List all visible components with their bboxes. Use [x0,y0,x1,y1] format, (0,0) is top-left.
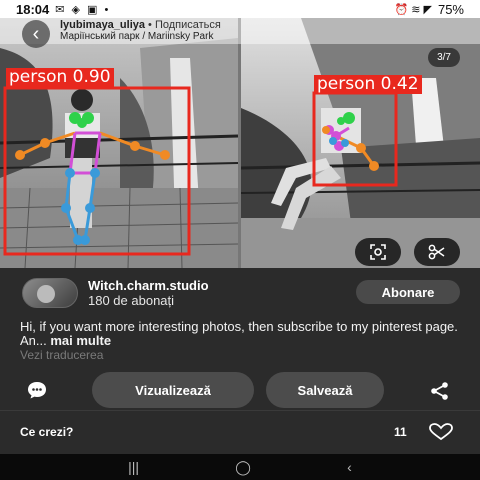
home-icon[interactable]: ◯ [235,459,251,476]
lens-icon [370,244,386,260]
notification-icons: ✉ ◈ ▣ • [55,3,111,16]
reaction-count: 11 [394,425,407,439]
status-bar: 18:04 ✉ ◈ ▣ • ⏰ ≋ ◤ 75% [0,0,480,18]
pin-details: Witch.charm.studio 180 de abonați Abonar… [0,268,480,454]
action-bar: Vizualizează Salvează [0,372,480,408]
battery-level: 75% [437,1,464,17]
recents-icon[interactable]: ||| [128,459,139,475]
status-time: 18:04 [16,1,50,17]
divider [0,410,480,411]
translate-link[interactable]: Vezi traducerea [20,348,103,362]
status-right: ⏰ ≋ ◤ 75% [394,2,464,17]
back-arrow-icon: ‹ [32,22,40,45]
photo-left [0,18,238,268]
follow-button[interactable]: Abonare [356,280,460,304]
avatar[interactable] [22,278,78,308]
source-location: Маріїнський парк / Mariinsky Park [60,31,214,42]
source-username[interactable]: lyubimaya_uliya • Подписаться [60,19,221,31]
view-button[interactable]: Vizualizează [92,372,254,408]
detection-label: person 0.90 [6,68,114,87]
scissors-icon [428,244,445,260]
android-nav-bar: ||| ◯ ‹ [0,454,480,480]
subscriber-count: 180 de abonați [88,293,175,308]
comment-icon[interactable] [26,380,48,400]
creator-name[interactable]: Witch.charm.studio [88,278,209,293]
pin-description: Hi, if you want more interesting photos,… [20,319,458,348]
system-icons: ⏰ ≋ ◤ [394,3,432,16]
visual-search-button[interactable] [355,238,401,266]
back-nav-icon[interactable]: ‹ [347,459,352,475]
more-link[interactable]: mai multe [47,333,111,348]
comments-prompt[interactable]: Ce crezi? [20,425,73,439]
heart-icon[interactable] [428,423,454,441]
save-button[interactable]: Salvează [266,372,384,408]
back-button[interactable]: ‹ [22,20,50,48]
share-icon[interactable] [430,381,450,401]
comments-row[interactable]: Ce crezi? 11 [0,420,480,444]
pin-source-header[interactable]: lyubimaya_uliya • Подписаться Маріїнськи… [0,18,480,44]
image-counter: 3/7 [428,48,460,67]
detection-label: person 0.42 [314,75,422,94]
creator-info[interactable]: Witch.charm.studio 180 de abonați [22,278,209,308]
source-follow-link[interactable]: Подписаться [155,19,221,31]
cutout-button[interactable] [414,238,460,266]
pin-image[interactable]: lyubimaya_uliya • Подписаться Маріїнськи… [0,18,480,268]
